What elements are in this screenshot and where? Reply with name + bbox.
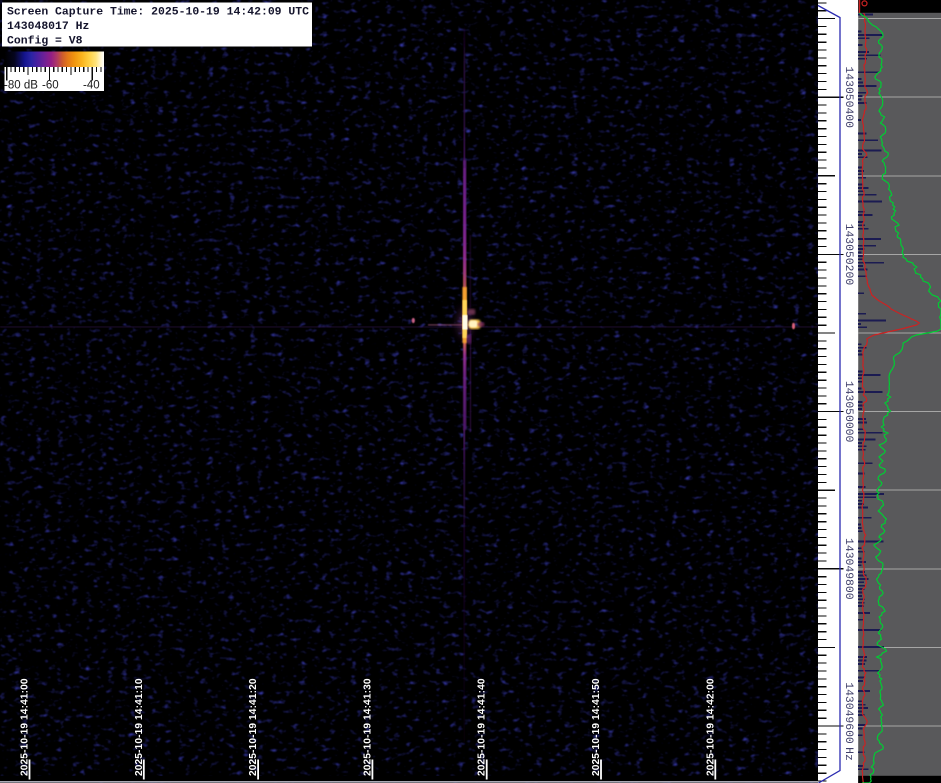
svg-text:2025-10-19 14:41:40: 2025-10-19 14:41:40 [477, 678, 488, 776]
svg-text:143050200: 143050200 [842, 224, 854, 286]
svg-text:-40: -40 [83, 80, 100, 92]
svg-text:-80 dB: -80 dB [4, 80, 38, 92]
svg-text:143049800: 143049800 [842, 538, 854, 600]
svg-text:2025-10-19 14:41:30: 2025-10-19 14:41:30 [362, 678, 373, 776]
svg-text:143050000: 143050000 [842, 381, 854, 443]
svg-text:Screen Capture Time: 2025-10-1: Screen Capture Time: 2025-10-19 14:42:09… [7, 6, 309, 19]
svg-text:2025-10-19 14:41:50: 2025-10-19 14:41:50 [591, 678, 602, 776]
svg-text:143048017 Hz: 143048017 Hz [7, 20, 89, 33]
svg-text:2025-10-19 14:41:00: 2025-10-19 14:41:00 [20, 678, 31, 776]
svg-text:Hz: Hz [842, 747, 854, 761]
svg-text:143049600: 143049600 [842, 682, 854, 744]
svg-text:Config = V8: Config = V8 [7, 35, 83, 48]
svg-text:143050400: 143050400 [842, 66, 854, 128]
svg-text:-60: -60 [42, 80, 59, 92]
svg-text:2025-10-19 14:41:10: 2025-10-19 14:41:10 [134, 678, 145, 776]
svg-text:2025-10-19 14:41:20: 2025-10-19 14:41:20 [248, 678, 259, 776]
svg-text:2025-10-19 14:42:00: 2025-10-19 14:42:00 [705, 678, 716, 776]
